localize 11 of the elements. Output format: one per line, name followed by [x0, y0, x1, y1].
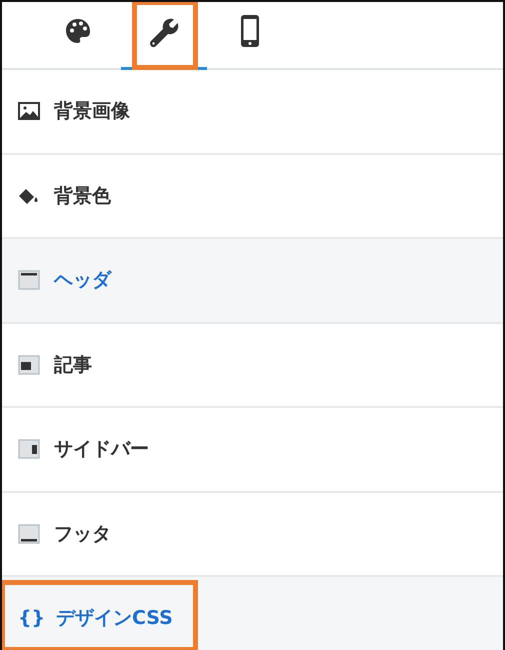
- phone-icon: [239, 14, 261, 48]
- layout-icon: [18, 439, 40, 460]
- layout-icon: [18, 270, 40, 290]
- menu-item[interactable]: {} デザインCSS: [2, 577, 503, 650]
- palette-icon: [64, 16, 92, 44]
- layout-icon: [18, 524, 40, 544]
- code-icon: {}: [18, 607, 42, 630]
- paint-bucket-icon: [18, 186, 40, 205]
- image-icon: [18, 102, 40, 120]
- menu-item[interactable]: ヘッダ: [2, 239, 503, 324]
- layout-icon: [18, 354, 40, 375]
